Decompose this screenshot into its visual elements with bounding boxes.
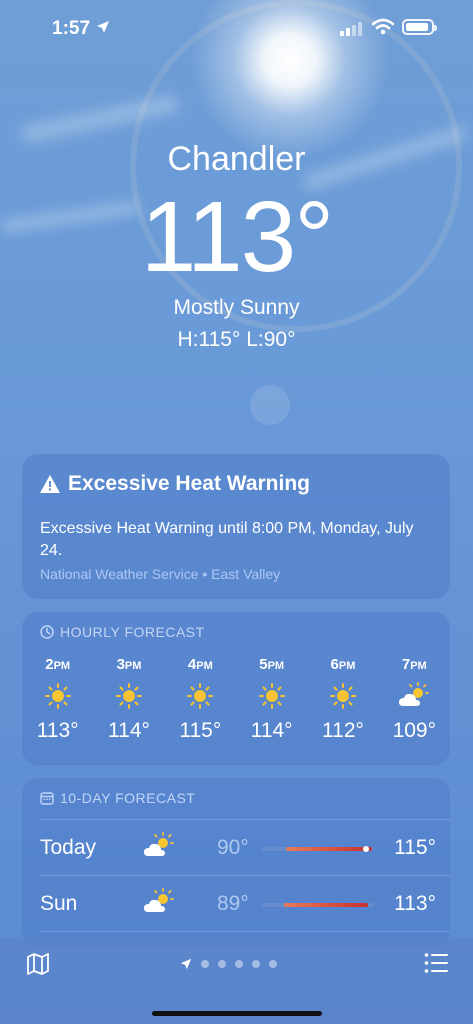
- battery-icon: [402, 19, 437, 35]
- sun-icon: [44, 683, 71, 709]
- lens-flare: [250, 385, 290, 425]
- hour-label: 7PM: [401, 656, 427, 673]
- hourly-forecast-header: HOURLY FORECAST: [40, 624, 205, 640]
- partly-cloudy-icon: [144, 888, 174, 912]
- hour-temperature: 114°: [108, 719, 150, 742]
- hour-temperature: 114°: [250, 719, 293, 742]
- divider: [40, 931, 450, 932]
- ten-day-forecast-card[interactable]: 10-DAY FORECAST Today 90° 115° Sun 89° 1…: [22, 778, 450, 948]
- calendar-icon: [40, 792, 54, 805]
- day-low: 90°: [217, 836, 249, 859]
- status-time: 1:57: [52, 18, 91, 39]
- daily-row[interactable]: Sun 89° 113°: [40, 876, 436, 932]
- day-high: 113°: [394, 892, 436, 915]
- hourly-item: 4PM 115°: [165, 656, 236, 743]
- daily-row[interactable]: Today 90° 115°: [40, 820, 436, 876]
- hourly-item: 5PM 114°: [236, 656, 307, 743]
- alert-card[interactable]: Excessive Heat Warning Excessive Heat Wa…: [22, 454, 450, 599]
- alert-body: Excessive Heat Warning until 8:00 PM, Mo…: [40, 520, 414, 559]
- partly-cloudy-icon: [399, 682, 430, 706]
- day-name: Sun: [40, 892, 78, 915]
- partly-cloudy-icon: [144, 832, 174, 856]
- hour-temperature: 109°: [392, 719, 437, 742]
- day-low: 89°: [217, 892, 249, 915]
- temperature-range-bar: [262, 846, 374, 852]
- page-dot: [235, 960, 243, 968]
- location-arrow-icon: [180, 958, 192, 970]
- hourly-forecast-card[interactable]: HOURLY FORECAST 2PM 113° 3PM 114° 4PM 11…: [22, 612, 450, 765]
- hour-label: 4PM: [187, 656, 213, 673]
- hourly-item: 3PM 114°: [93, 656, 164, 743]
- hourly-item: 7PM 109°: [379, 656, 450, 743]
- hourly-item: 2PM 113°: [22, 656, 93, 743]
- city-name: Chandler: [167, 140, 306, 178]
- alert-source: National Weather Service • East Valley: [40, 566, 281, 582]
- temperature-range-bar: [262, 903, 374, 907]
- list-icon[interactable]: [424, 952, 448, 974]
- cellular-signal-icon: [340, 22, 362, 36]
- page-dot: [201, 960, 209, 968]
- status-bar: 1:57: [0, 0, 473, 56]
- location-arrow-icon: [97, 21, 109, 33]
- wifi-icon: [372, 18, 394, 35]
- hour-label: 5PM: [259, 656, 285, 673]
- hourly-list: 2PM 113° 3PM 114° 4PM 115° 5PM 114° 6PM …: [22, 656, 450, 743]
- hour-temperature: 113°: [36, 719, 79, 742]
- page-dot: [218, 960, 226, 968]
- sun-icon: [329, 683, 356, 709]
- hour-label: 2PM: [45, 656, 71, 673]
- current-temp-dot: [363, 846, 369, 852]
- home-indicator[interactable]: [152, 1011, 322, 1016]
- current-condition: Mostly Sunny: [173, 296, 300, 319]
- hour-label: 3PM: [116, 656, 142, 673]
- page-dot: [252, 960, 260, 968]
- map-icon[interactable]: [26, 952, 50, 976]
- clock-icon: [40, 625, 54, 639]
- hourly-forecast-title: HOURLY FORECAST: [60, 624, 205, 640]
- ten-day-forecast-header: 10-DAY FORECAST: [40, 790, 195, 806]
- alert-title-row: Excessive Heat Warning: [40, 472, 310, 496]
- sun-icon: [115, 683, 142, 709]
- sun-icon: [258, 683, 285, 709]
- warning-icon: [40, 475, 60, 493]
- day-name: Today: [40, 836, 97, 859]
- page-dot: [269, 960, 277, 968]
- sun-icon: [187, 683, 214, 709]
- hour-label: 6PM: [330, 656, 356, 673]
- high-low: H:115° L:90°: [177, 328, 296, 351]
- alert-title: Excessive Heat Warning: [68, 472, 310, 495]
- hourly-item: 6PM 112°: [307, 656, 378, 743]
- current-temperature: 113°: [140, 181, 334, 293]
- day-high: 115°: [394, 836, 436, 859]
- ten-day-forecast-title: 10-DAY FORECAST: [60, 790, 196, 806]
- hour-temperature: 112°: [322, 719, 364, 742]
- page-indicator[interactable]: [180, 958, 277, 970]
- hour-temperature: 115°: [179, 719, 222, 742]
